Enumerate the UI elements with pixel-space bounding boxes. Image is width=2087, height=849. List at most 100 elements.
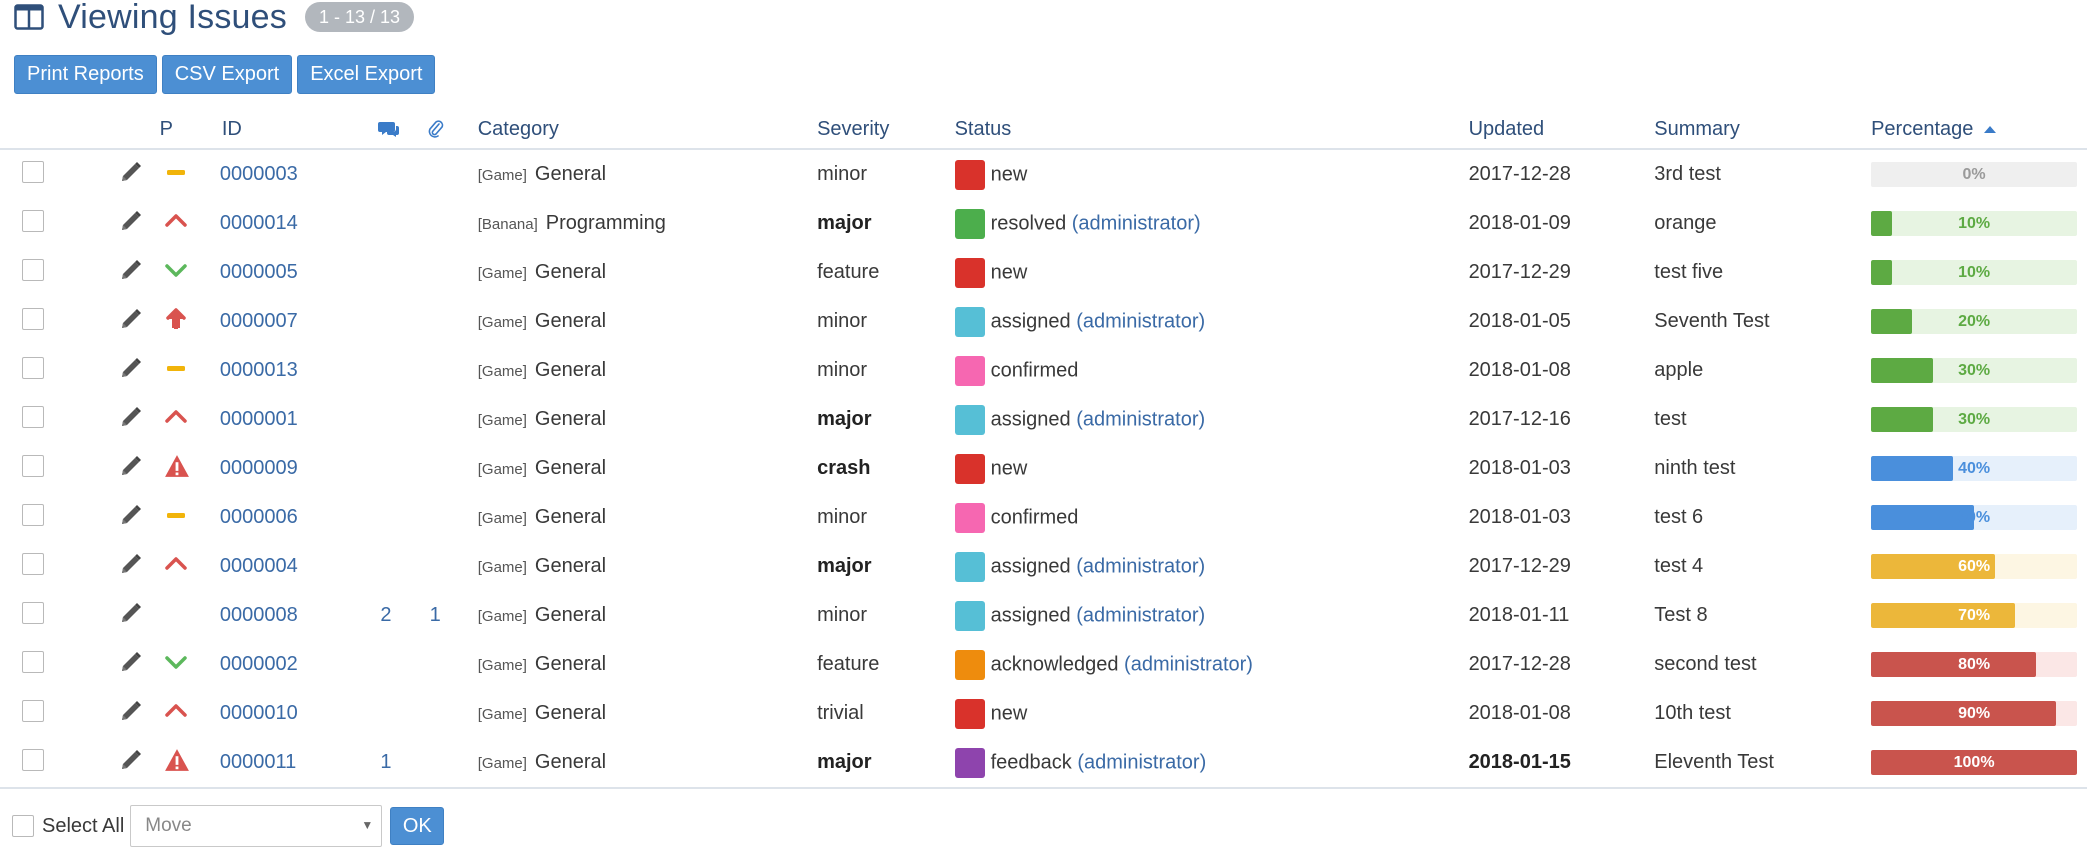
handler-link[interactable]: (administrator) xyxy=(1072,212,1201,234)
row-summary: Seventh Test xyxy=(1654,297,1871,346)
row-category: [Game] General xyxy=(466,297,817,346)
progress-label: 30% xyxy=(1958,362,1991,379)
header-updated[interactable]: Updated xyxy=(1468,110,1655,150)
row-updated: 2018-01-11 xyxy=(1469,591,1655,640)
pencil-icon[interactable] xyxy=(119,748,143,772)
issue-id-link[interactable]: 0000002 xyxy=(220,653,298,675)
row-checkbox[interactable] xyxy=(22,160,44,183)
issue-id-link[interactable]: 0000003 xyxy=(220,163,298,185)
severity-value: minor xyxy=(817,604,868,626)
attachments-count[interactable]: 1 xyxy=(430,604,441,626)
issue-id-link[interactable]: 0000005 xyxy=(220,261,298,283)
row-checkbox[interactable] xyxy=(22,209,44,232)
issue-id-link[interactable]: 0000009 xyxy=(220,457,298,479)
row-percentage: 60% xyxy=(1871,542,2087,591)
header-attachments[interactable] xyxy=(425,110,466,150)
row-checkbox[interactable] xyxy=(22,405,44,428)
pencil-icon[interactable] xyxy=(119,601,143,625)
header-status[interactable]: Status xyxy=(954,110,1469,150)
pencil-icon[interactable] xyxy=(119,503,143,527)
issue-id-link[interactable]: 0000011 xyxy=(220,751,296,773)
row-percentage: 20% xyxy=(1871,297,2087,346)
issue-id-link[interactable]: 0000007 xyxy=(220,310,298,332)
category-name: General xyxy=(534,702,607,724)
header-severity[interactable]: Severity xyxy=(817,110,955,150)
row-checkbox[interactable] xyxy=(22,552,44,575)
row-checkbox[interactable] xyxy=(22,748,44,771)
row-edit xyxy=(92,542,157,591)
issue-id-link[interactable]: 0000010 xyxy=(220,702,298,724)
pencil-icon[interactable] xyxy=(119,209,143,233)
handler-link[interactable]: (administrator) xyxy=(1076,555,1205,577)
pencil-icon[interactable] xyxy=(119,454,143,478)
progress-bar: 0% xyxy=(1871,162,2078,187)
columns-icon xyxy=(14,4,44,30)
issue-id-link[interactable]: 0000004 xyxy=(220,555,298,577)
pencil-icon[interactable] xyxy=(119,699,143,723)
category-name: General xyxy=(534,506,607,528)
summary-text: orange xyxy=(1654,212,1717,234)
pencil-icon[interactable] xyxy=(119,356,143,380)
bulk-action-select[interactable]: Move ▼ xyxy=(130,805,383,847)
status-color-swatch xyxy=(954,502,985,533)
pencil-icon[interactable] xyxy=(119,258,143,282)
issue-id-link[interactable]: 0000013 xyxy=(220,359,298,381)
row-id: 0000009 xyxy=(220,444,371,493)
select-all-checkbox[interactable] xyxy=(12,815,34,837)
pencil-icon[interactable] xyxy=(119,307,143,331)
severity-value: major xyxy=(817,212,872,234)
row-checkbox[interactable] xyxy=(22,356,44,379)
row-severity: major xyxy=(817,542,955,591)
row-checkbox[interactable] xyxy=(22,650,44,673)
row-percentage: 100% xyxy=(1871,738,2087,789)
priority-high-icon xyxy=(164,699,188,723)
excel-export-button[interactable]: Excel Export xyxy=(297,55,436,94)
pencil-icon[interactable] xyxy=(119,160,143,184)
progress-bar: 20% xyxy=(1871,309,2078,334)
print-reports-button[interactable]: Print Reports xyxy=(14,55,157,94)
issue-id-link[interactable]: 0000014 xyxy=(220,212,298,234)
header-notes[interactable] xyxy=(370,110,426,150)
handler-link[interactable]: (administrator) xyxy=(1076,310,1205,332)
category-name: General xyxy=(534,163,607,185)
summary-text: apple xyxy=(1654,359,1704,381)
ok-button[interactable]: OK xyxy=(390,807,445,845)
progress-label: 50% xyxy=(1958,509,1991,526)
project-name: [Game] xyxy=(477,363,527,380)
pencil-icon[interactable] xyxy=(119,405,143,429)
issue-id-link[interactable]: 0000001 xyxy=(220,408,298,430)
row-severity: minor xyxy=(817,591,955,640)
row-checkbox[interactable] xyxy=(22,258,44,281)
handler-link[interactable]: (administrator) xyxy=(1124,653,1253,675)
table-row: 0000008 2 1 [Game] General minor assigned (adm… xyxy=(0,591,2087,640)
header-id[interactable]: ID xyxy=(219,110,371,150)
header-category[interactable]: Category xyxy=(465,110,818,150)
row-summary: 3rd test xyxy=(1654,149,1871,199)
handler-link[interactable]: (administrator) xyxy=(1077,751,1206,773)
header-summary[interactable]: Summary xyxy=(1654,110,1872,150)
priority-immediate-icon xyxy=(164,747,189,771)
pencil-icon[interactable] xyxy=(119,650,143,674)
summary-text: Seventh Test xyxy=(1654,310,1770,332)
row-attachments xyxy=(425,738,466,789)
issue-id-link[interactable]: 0000006 xyxy=(220,506,298,528)
row-checkbox[interactable] xyxy=(22,699,44,722)
issue-id-link[interactable]: 0000008 xyxy=(220,604,298,626)
row-updated: 2018-01-15 xyxy=(1468,738,1655,789)
row-checkbox[interactable] xyxy=(22,307,44,330)
csv-export-button[interactable]: CSV Export xyxy=(161,55,293,94)
header-percentage[interactable]: Percentage xyxy=(1871,110,2087,150)
row-checkbox[interactable] xyxy=(22,601,44,624)
severity-value: major xyxy=(817,555,872,577)
notes-count[interactable]: 1 xyxy=(380,751,391,773)
header-priority[interactable]: P xyxy=(157,110,220,150)
select-all-label[interactable]: Select All xyxy=(42,815,124,838)
row-id: 0000003 xyxy=(220,149,371,199)
handler-link[interactable]: (administrator) xyxy=(1076,408,1205,430)
row-checkbox[interactable] xyxy=(22,454,44,477)
pencil-icon[interactable] xyxy=(119,552,143,576)
handler-link[interactable]: (administrator) xyxy=(1076,604,1205,626)
row-checkbox[interactable] xyxy=(22,503,44,526)
row-status: new xyxy=(954,689,1469,738)
notes-count[interactable]: 2 xyxy=(380,604,391,626)
